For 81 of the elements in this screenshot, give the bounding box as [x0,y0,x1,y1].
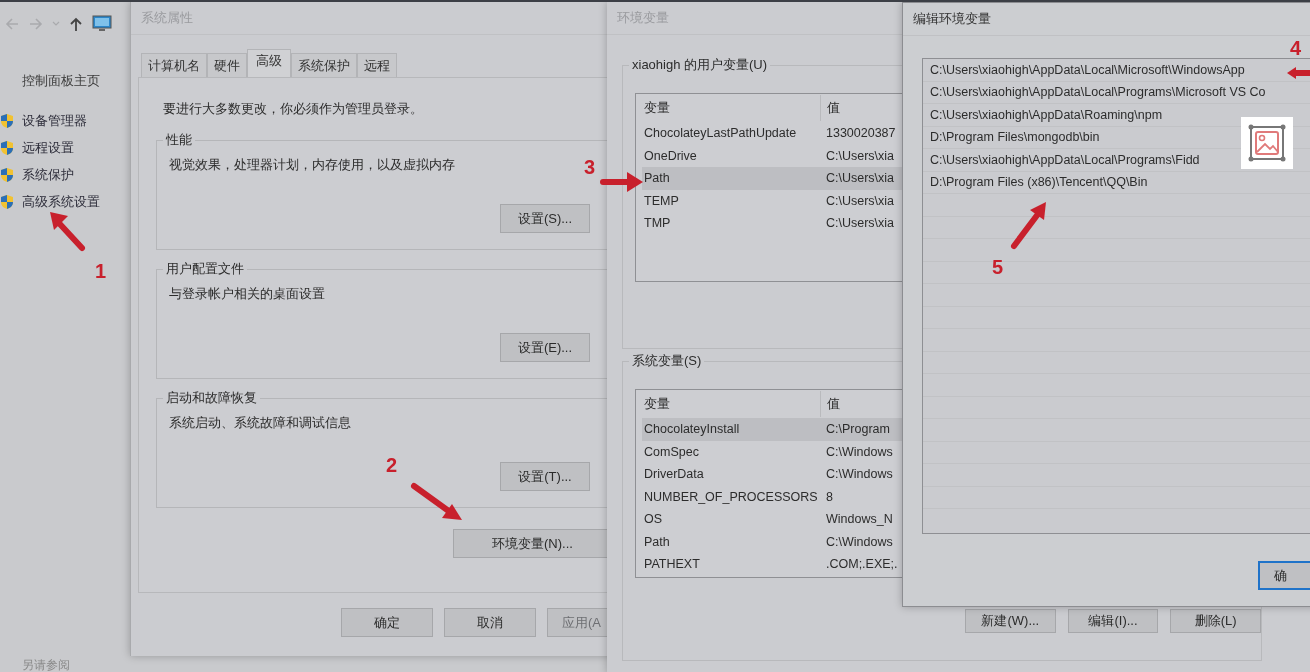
ok-button[interactable]: 确 [1258,561,1310,590]
tab[interactable]: 系统保护 [291,53,357,77]
variable-value: C:\Users\xia [825,148,895,163]
variable-value: C:\Program [825,422,890,437]
group-description: 系统启动、系统故障和调试信息 [169,415,351,432]
dialog-button[interactable]: 取消 [444,608,536,637]
group-description: 视觉效果，处理器计划，内存使用，以及虚拟内存 [169,157,455,174]
see-also-label: 另请参阅 [22,658,71,672]
column-header: 变量 [642,391,821,417]
variable-name: TMP [643,216,672,231]
list-action-button[interactable]: 删除(L) [1170,609,1261,633]
variable-name: DriverData [643,467,705,482]
variable-name: NUMBER_OF_PROCESSORS [643,489,819,504]
variable-name: ComSpec [643,444,700,459]
path-entry[interactable]: C:\Users\xiaohigh\AppData\Local\Microsoft\WindowsApp [930,62,1245,77]
home-link[interactable]: 控制面板主页 [22,72,130,90]
group-title: 系统变量(S) [629,352,705,370]
admin-notice: 要进行大多数更改，你必须作为管理员登录。 [163,100,424,118]
caret-icon[interactable] [52,21,60,27]
variable-value: C:\Users\xia [825,193,895,208]
shield-icon [0,140,14,156]
settings-button[interactable]: 设置(S)... [500,204,590,233]
annotation-arrow [1286,66,1310,80]
step-number: 2 [386,454,398,476]
forward-icon[interactable] [28,16,44,32]
variable-value: C:\Windows [825,534,893,549]
tab[interactable]: 计算机名 [141,53,207,77]
sidebar-link[interactable]: 高级系统设置 [22,193,100,211]
group-title: 用户配置文件 [163,260,247,278]
column-header: 值 [826,99,840,117]
variable-name: TEMP [643,193,680,208]
dialog-button[interactable]: 确定 [341,608,433,637]
environment-variables-button[interactable]: 环境变量(N)... [453,529,608,558]
column-header: 值 [826,395,840,413]
variable-name: ChocolateyLastPathUpdate [643,126,798,141]
sidebar-link[interactable]: 系统保护 [22,166,74,184]
tab[interactable]: 硬件 [207,53,247,77]
variable-value: .COM;.EXE;. [825,557,898,572]
shield-icon [0,113,14,129]
group-title: 性能 [163,131,195,149]
variable-name: OneDrive [643,148,698,163]
variable-value: 8 [825,489,833,504]
annotation-arrow [601,170,645,194]
variable-name: Path [643,171,671,186]
variable-name: ChocolateyInstall [643,422,741,437]
back-icon[interactable] [4,16,20,32]
image-icon [1247,123,1287,163]
variable-name: PATHEXT [643,557,701,572]
path-entry[interactable]: C:\Users\xiaohigh\AppData\Local\Programs\Fidd [930,152,1200,167]
path-entry[interactable]: D:\Program Files\mongodb\bin [930,130,1100,145]
list-action-button[interactable]: 编辑(I)... [1067,609,1159,633]
shield-icon [0,194,14,210]
tab[interactable]: 高级 [247,49,291,77]
variable-name: OS [643,512,664,527]
group-title: 启动和故障恢复 [163,389,260,407]
path-entry[interactable]: C:\Users\xiaohigh\AppData\Roaming\npm [930,107,1163,122]
variable-value: C:\Users\xia [825,216,895,231]
path-entry[interactable]: C:\Users\xiaohigh\AppData\Local\Programs\Microsoft VS Co [930,85,1266,100]
step-number: 3 [584,156,596,178]
variable-value: Windows_N [825,512,893,527]
group-description: 与登录帐户相关的桌面设置 [169,286,325,303]
variable-value: C:\Windows [825,444,893,459]
window-title: 编辑环境变量 [913,10,991,28]
step-number: 5 [992,256,1004,278]
column-header: 变量 [642,95,821,121]
variable-value: 1330020387 [825,126,896,141]
computer-icon [92,15,112,33]
settings-button[interactable]: 设置(E)... [500,333,590,362]
group-title: xiaohigh 的用户变量(U) [629,56,771,74]
list-action-button[interactable]: 新建(W)... [965,609,1056,633]
sidebar-link[interactable]: 设备管理器 [22,112,87,130]
step-number: 4 [1290,37,1302,59]
variable-name: Path [643,534,671,549]
tab[interactable]: 远程 [357,53,397,77]
variable-value: C:\Windows [825,467,893,482]
variable-value: C:\Users\xia [825,171,895,186]
up-arrow-icon[interactable] [68,16,84,32]
sidebar-link[interactable]: 远程设置 [22,139,74,157]
shield-icon [0,167,14,183]
step-number: 1 [95,260,107,282]
settings-button[interactable]: 设置(T)... [500,462,590,491]
